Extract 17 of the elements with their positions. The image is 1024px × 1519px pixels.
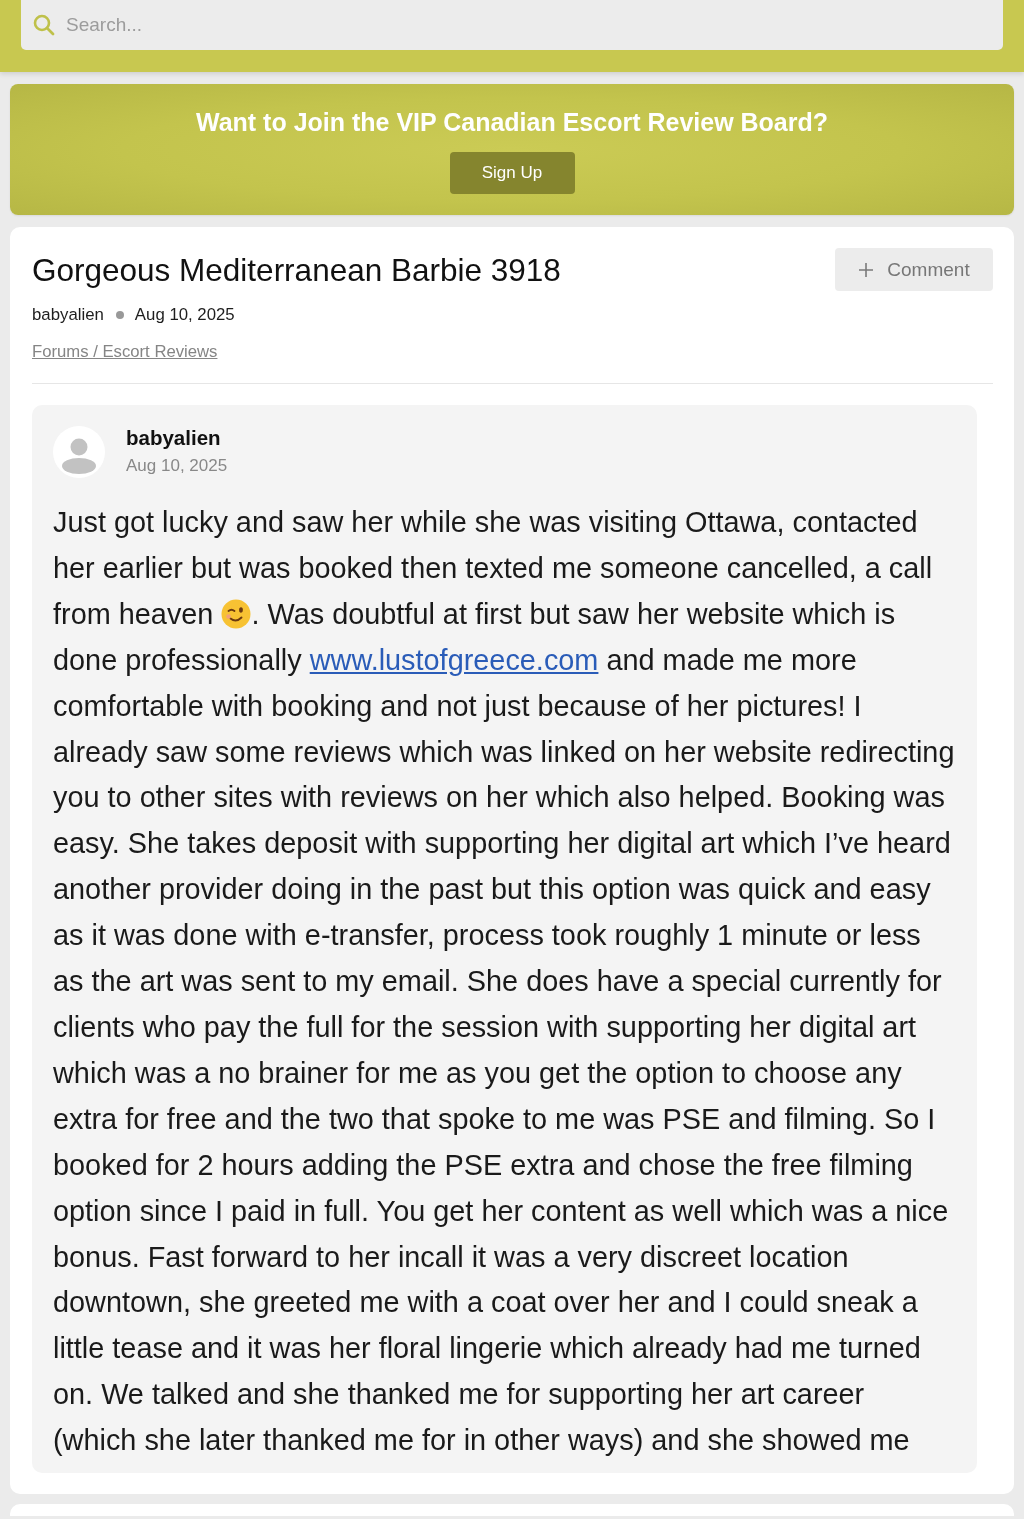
post-date: Aug 10, 2025	[126, 456, 228, 476]
search-icon	[33, 14, 55, 36]
website-link[interactable]: www.lustofgreece.com	[309, 643, 599, 676]
thread-date: Aug 10, 2025	[134, 305, 235, 325]
thread-author: babyalien	[32, 305, 104, 325]
post-text: Just got lucky and saw her while she was visiting Ottawa, contacted her earlier but was booked then texted me someone cancelled, a call from heaven . Was doubtful at first but saw her website which is done professionally www.lustofgreece.com and made me more comfortable with booking and not just because of her pictures! I already saw some reviews which was linked on her website redirecting you to other sites with reviews on her which also helped. Booking was easy. She takes deposit with supporting her digital art which I’ve heard another provider doing in the past but this option was quick and easy as it was done with e-transfer, process took roughly 1 minute or less as the art was sent to my email. She does have a special currently for clients who pay the full for the session with supporting her digital art which was a no brainer for me as you get the option to choose any extra for free and the two that spoke to me was PSE and filming. So I booked for 2 hours adding the PSE extra and chose the free filming option since I paid in full. You get her content as well which was a nice bonus. Fast forward to her incall it was a very discreet location downtown, she greeted me with a coat over her and I could sneak a little tease and it was her floral lingerie which already had me turned on. We talked and she thanked me for supporting her art career (which she later thanked me for in other ways) and she showed me	[53, 505, 956, 1459]
sign-up-button[interactable]: Sign Up	[449, 152, 575, 194]
thread-title: Gorgeous Mediterranean Barbie 3918	[32, 250, 561, 289]
comment-button[interactable]: Comment	[835, 248, 993, 291]
plus-icon	[858, 261, 875, 278]
breadcrumb-link[interactable]: Forums / Escort Reviews	[32, 342, 218, 361]
separator-dot-icon	[115, 311, 124, 319]
search-field[interactable]: Search...	[21, 0, 1003, 50]
post-author: babyalien	[126, 426, 222, 450]
winking-face-icon	[221, 598, 252, 629]
banner-title: Want to Join the VIP Canadian Escort Review Board?	[195, 108, 829, 136]
avatar-icon	[53, 426, 105, 478]
